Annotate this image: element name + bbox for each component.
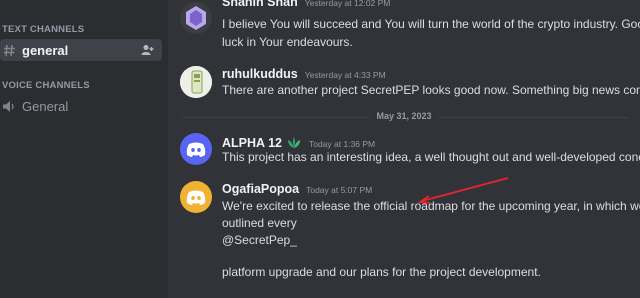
channel-label: General [22, 98, 69, 114]
channel-sidebar: TEXT CHANNELS general VOICE CHANNELS Gen… [0, 0, 168, 298]
timestamp: Yesterday at 12:02 PM [304, 0, 391, 8]
hash-icon [0, 44, 18, 57]
message-line: There are another project SecretPEP look… [222, 83, 640, 97]
message-header: ruhulkuddus Yesterday at 4:33 PM [222, 67, 386, 81]
username[interactable]: OgafiaPopoa [222, 182, 299, 196]
message-line: platform upgrade and our plans for the p… [222, 265, 541, 279]
timestamp: Today at 5:07 PM [306, 185, 373, 195]
channel-label: general [22, 42, 69, 58]
chat-area: Shahin Shah Yesterday at 12:02 PM I beli… [168, 0, 640, 298]
voice-channels-header[interactable]: VOICE CHANNELS [2, 80, 90, 91]
discord-logo-icon [186, 142, 206, 157]
date-divider-label: May 31, 2023 [168, 111, 640, 121]
mention[interactable]: @SecretPep_ [222, 231, 297, 249]
message-line: I believe You will succeed and You will … [222, 17, 640, 31]
text-channels-header[interactable]: TEXT CHANNELS [2, 24, 84, 35]
discord-logo-icon [186, 190, 206, 205]
message-header: Shahin Shah Yesterday at 12:02 PM [222, 0, 390, 9]
message-line: luck in Your endeavours. [222, 35, 353, 49]
avatar[interactable] [180, 133, 212, 165]
message-line: outlined every [222, 216, 297, 230]
avatar[interactable] [180, 181, 212, 213]
timestamp: Yesterday at 4:33 PM [304, 70, 386, 80]
avatar[interactable] [180, 2, 212, 34]
message-line: We're excited to release the official ro… [222, 199, 640, 213]
username[interactable]: Shahin Shah [222, 0, 298, 9]
channel-general[interactable]: general [0, 39, 162, 61]
add-member-icon[interactable] [141, 44, 154, 59]
avatar[interactable] [180, 66, 212, 98]
date-divider-text: May 31, 2023 [370, 111, 438, 121]
username[interactable]: ruhulkuddus [222, 67, 298, 81]
message-header: OgafiaPopoa Today at 5:07 PM [222, 182, 372, 196]
message-line: This project has an interesting idea, a … [222, 150, 640, 164]
speaker-icon [0, 100, 18, 113]
channel-voice-general[interactable]: General [0, 95, 68, 117]
